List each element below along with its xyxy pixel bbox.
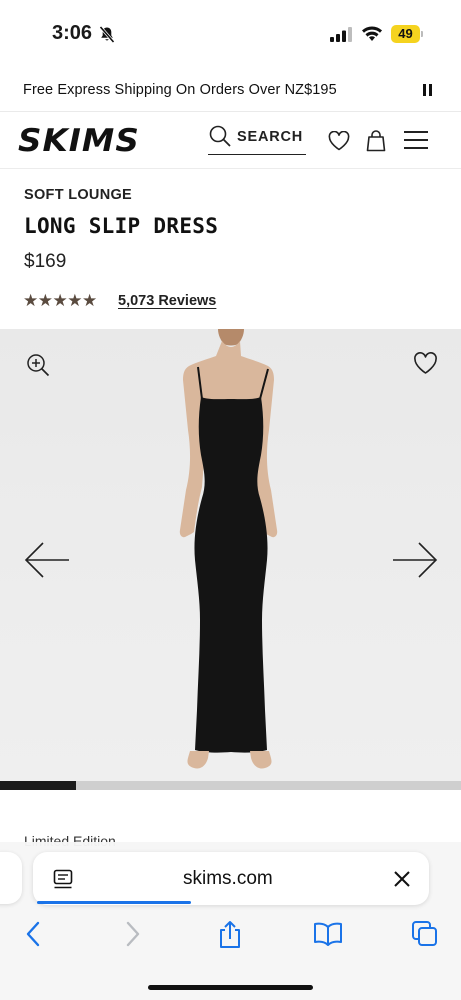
zoom-in-icon[interactable] bbox=[26, 353, 50, 377]
model-photo bbox=[179, 329, 278, 769]
product-title: LONG SLIP DRESS bbox=[24, 214, 219, 238]
search-label: SEARCH bbox=[237, 129, 304, 145]
battery-cap bbox=[421, 31, 423, 37]
arrow-right-icon[interactable] bbox=[392, 541, 438, 579]
star-rating: ★★★★★ bbox=[23, 291, 97, 311]
menu-icon[interactable] bbox=[404, 131, 428, 150]
arrow-left-icon[interactable] bbox=[24, 541, 70, 579]
bell-slash-icon bbox=[99, 26, 115, 43]
search-field[interactable]: SEARCH bbox=[208, 124, 306, 155]
previous-tab-preview[interactable] bbox=[0, 852, 22, 904]
back-icon[interactable] bbox=[24, 920, 42, 948]
forward-icon[interactable] bbox=[124, 920, 142, 948]
pause-icon[interactable] bbox=[423, 84, 433, 96]
search-icon bbox=[209, 125, 231, 147]
gallery-progress bbox=[0, 781, 461, 790]
skims-logo[interactable]: SKIMS bbox=[18, 123, 140, 159]
bookmarks-icon[interactable] bbox=[313, 920, 343, 948]
collection-name[interactable]: SOFT LOUNGE bbox=[24, 187, 132, 203]
share-icon[interactable] bbox=[217, 920, 243, 950]
favorite-heart-icon[interactable] bbox=[413, 352, 438, 375]
star-icons: ★★★★★ bbox=[23, 291, 97, 310]
page-menu-icon[interactable] bbox=[53, 869, 73, 891]
home-indicator bbox=[148, 985, 313, 990]
promo-banner: Free Express Shipping On Orders Over NZ$… bbox=[0, 72, 461, 112]
close-icon[interactable] bbox=[393, 870, 411, 888]
wifi-icon bbox=[362, 26, 382, 41]
promo-text: Free Express Shipping On Orders Over NZ$… bbox=[23, 82, 337, 98]
page-load-progress bbox=[37, 901, 191, 904]
status-time: 3:06 bbox=[52, 22, 93, 44]
battery-level: 49 bbox=[391, 25, 420, 43]
url-text[interactable]: skims.com bbox=[183, 868, 273, 890]
wishlist-heart-icon[interactable] bbox=[328, 131, 350, 151]
gallery-progress-fill bbox=[0, 781, 77, 790]
tabs-icon[interactable] bbox=[411, 920, 439, 948]
reviews-link[interactable]: 5,073 Reviews bbox=[118, 293, 216, 309]
cellular-signal-icon bbox=[330, 27, 352, 42]
product-price: $169 bbox=[24, 251, 67, 272]
bag-icon[interactable] bbox=[365, 129, 387, 152]
